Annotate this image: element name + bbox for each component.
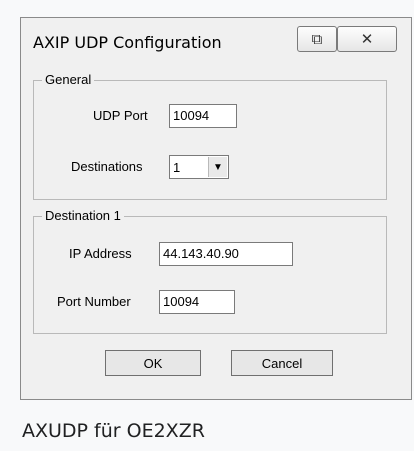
restore-icon: ⧉: [311, 30, 323, 48]
udp-port-input[interactable]: 10094: [169, 104, 237, 128]
ip-address-label: IP Address: [69, 246, 132, 261]
close-button[interactable]: ✕: [337, 26, 397, 52]
cancel-button[interactable]: Cancel: [231, 350, 333, 376]
udp-port-label: UDP Port: [93, 108, 148, 123]
destinations-label: Destinations: [71, 159, 143, 174]
axip-udp-config-dialog: AXIP UDP Configuration ⧉ ✕ General UDP P…: [20, 17, 412, 400]
figure-caption: AXUDP für OE2XZR: [22, 420, 205, 442]
restore-button[interactable]: ⧉: [297, 26, 337, 52]
general-group: General: [33, 72, 387, 200]
general-group-label: General: [42, 72, 95, 87]
destination1-group: Destination 1: [33, 208, 387, 334]
title-bar: AXIP UDP Configuration ⧉ ✕: [21, 18, 411, 64]
window-title: AXIP UDP Configuration: [33, 33, 222, 52]
destination1-group-label: Destination 1: [42, 208, 124, 223]
port-number-label: Port Number: [57, 294, 131, 309]
close-icon: ✕: [360, 31, 374, 48]
destinations-value: 1: [173, 159, 181, 175]
figure-frame: AXIP UDP Configuration ⧉ ✕ General UDP P…: [0, 0, 414, 451]
chevron-down-icon[interactable]: ▼: [208, 157, 227, 177]
ok-button[interactable]: OK: [105, 350, 201, 376]
port-number-input[interactable]: 10094: [159, 290, 235, 314]
destinations-select[interactable]: 1 ▼: [169, 155, 229, 179]
ip-address-input[interactable]: 44.143.40.90: [159, 242, 293, 266]
